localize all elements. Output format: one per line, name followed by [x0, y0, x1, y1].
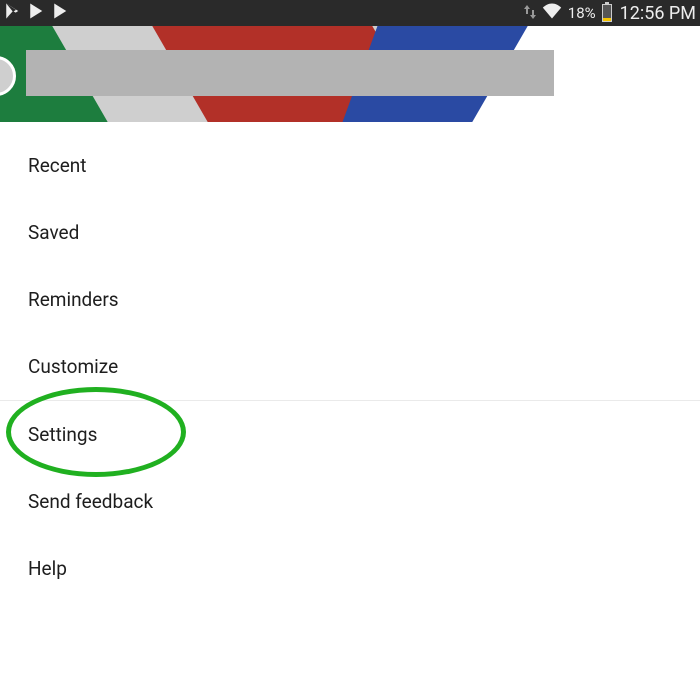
menu-item-label: Send feedback [28, 490, 153, 513]
wifi-icon [542, 3, 562, 23]
status-bar: 18% 12:56 PM [0, 0, 700, 26]
battery-percentage: 18% [568, 4, 596, 22]
app-header [0, 26, 700, 122]
battery-icon [602, 4, 612, 22]
play-store-icon [52, 2, 70, 24]
menu-item-label: Recent [28, 154, 87, 177]
status-icons-left [0, 2, 70, 24]
battery-fill [603, 18, 611, 21]
menu-item-customize[interactable]: Customize [0, 333, 700, 400]
clock: 12:56 PM [620, 3, 696, 24]
menu-item-label: Help [28, 557, 67, 580]
play-store-icon [4, 2, 22, 24]
menu-item-label: Customize [28, 355, 118, 378]
menu-item-recent[interactable]: Recent [0, 132, 700, 199]
menu-item-saved[interactable]: Saved [0, 199, 700, 266]
menu-item-help[interactable]: Help [0, 535, 700, 602]
dropdown-icon[interactable] [662, 72, 678, 91]
play-store-icon [28, 2, 46, 24]
data-transfer-icon [524, 4, 536, 23]
menu-item-label: Reminders [28, 288, 119, 311]
menu-item-label: Settings [28, 423, 97, 446]
menu-item-label: Saved [28, 221, 79, 244]
menu-list: Recent Saved Reminders Customize Setting… [0, 122, 700, 602]
status-icons-right: 18% 12:56 PM [524, 3, 696, 24]
menu-item-reminders[interactable]: Reminders [0, 266, 700, 333]
menu-item-send-feedback[interactable]: Send feedback [0, 468, 700, 535]
menu-item-settings[interactable]: Settings [0, 401, 700, 468]
search-input[interactable] [26, 50, 554, 96]
